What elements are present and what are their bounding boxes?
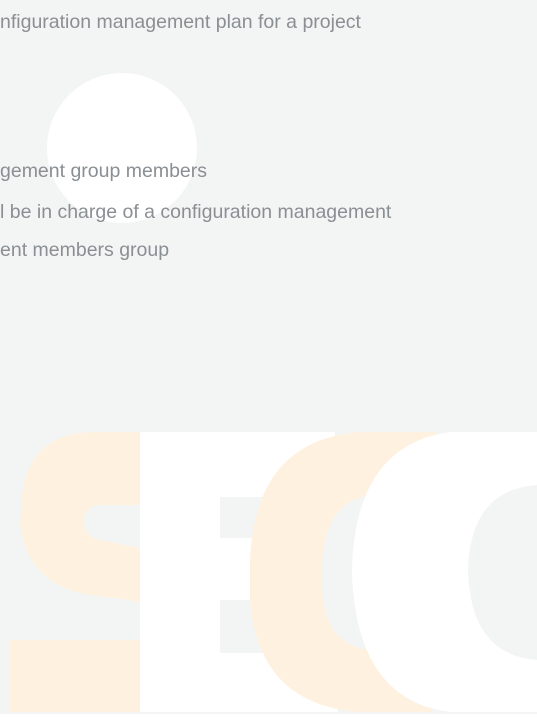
body-text-line: gement group members [0,160,208,182]
body-text-line: nfiguration management plan for a projec… [0,11,361,33]
slide-canvas: nfiguration management plan for a projec… [0,0,537,714]
body-text-line: ent members group [0,239,170,261]
body-text-line: l be in charge of a configuration manage… [0,201,392,223]
watermark-letter-c-front [352,432,537,712]
sec-logo-watermark [10,432,537,712]
